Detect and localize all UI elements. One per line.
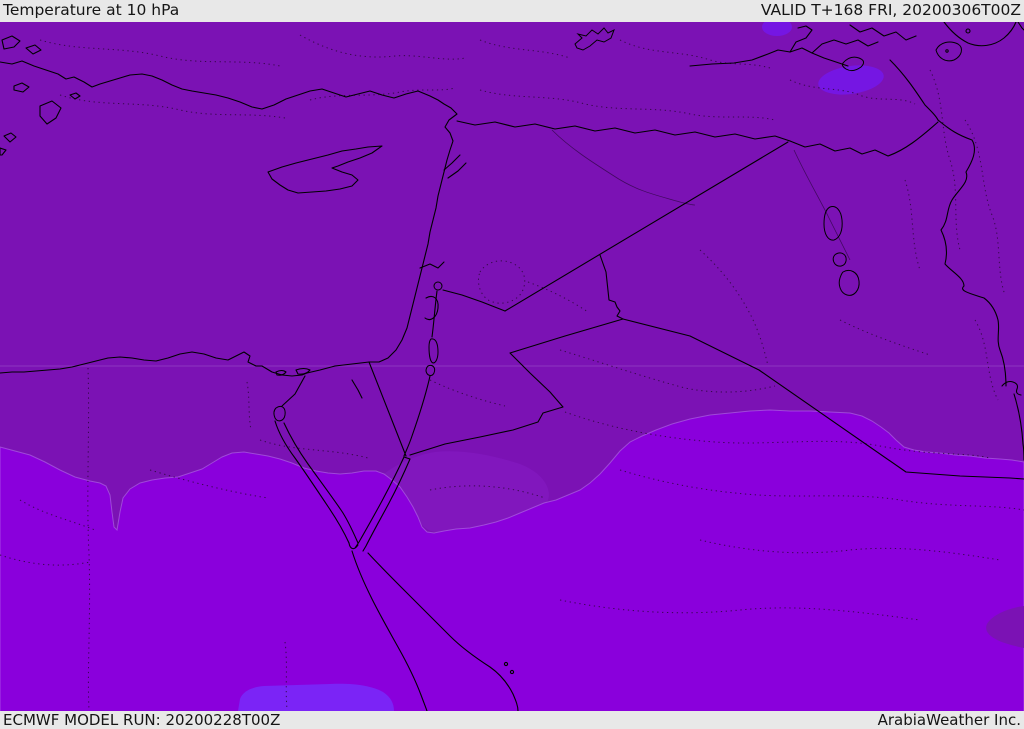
weather-map-product: Temperature at 10 hPa VALID T+168 FRI, 2… <box>0 0 1024 729</box>
temperature-shading <box>0 0 1024 729</box>
map-product-title: Temperature at 10 hPa <box>3 1 180 20</box>
credit-label: ArabiaWeather Inc. <box>877 710 1021 729</box>
map-canvas <box>0 0 1024 729</box>
header-bar: Temperature at 10 hPa VALID T+168 FRI, 2… <box>0 0 1024 22</box>
valid-time-label: VALID T+168 FRI, 20200306T00Z <box>760 1 1021 20</box>
footer-bar: ECMWF MODEL RUN: 20200228T00Z ArabiaWeat… <box>0 711 1024 729</box>
model-run-label: ECMWF MODEL RUN: 20200228T00Z <box>3 710 281 729</box>
violet-blob-south <box>238 683 394 711</box>
